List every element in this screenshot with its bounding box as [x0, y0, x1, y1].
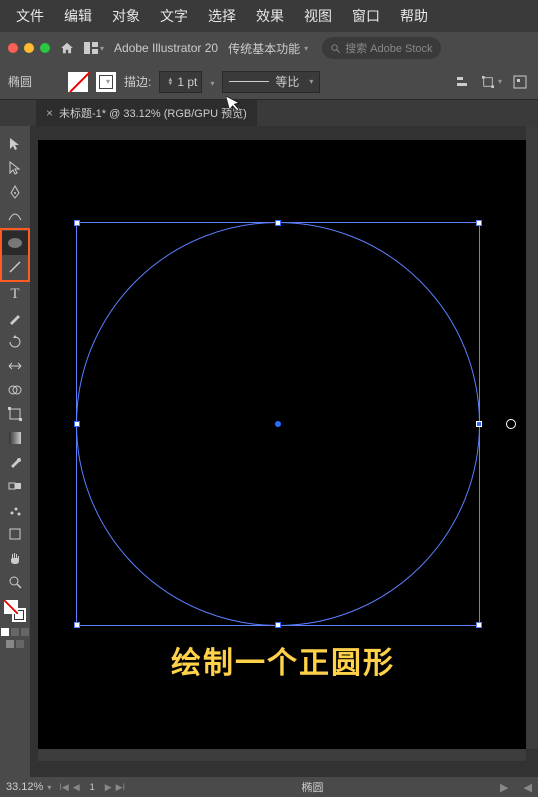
stroke-width-dropdown[interactable] [206, 75, 214, 89]
control-bar: 椭圆 描边: ▲▼ 1 pt 等比 [0, 64, 538, 100]
color-mode-row[interactable] [1, 628, 29, 636]
video-caption: 绘制一个正圆形 [38, 638, 528, 682]
status-play-icon[interactable]: ▶ [500, 781, 508, 794]
current-tool-label: 椭圆 [302, 779, 324, 795]
eyedropper-tool[interactable] [2, 450, 28, 474]
pen-tool[interactable] [2, 180, 28, 204]
stroke-label: 描边: [124, 73, 151, 90]
screen-mode-row[interactable] [6, 640, 24, 648]
curvature-tool[interactable] [2, 204, 28, 228]
symbol-sprayer-tool[interactable] [2, 498, 28, 522]
stroke-width-stepper[interactable]: ▲▼ [167, 78, 173, 86]
status-prev-icon[interactable]: ◀ [524, 781, 532, 794]
document-tab[interactable]: × 未标题-1* @ 33.12% (RGB/GPU 预览) [36, 100, 257, 126]
fill-stroke-swatches[interactable] [4, 600, 26, 622]
align-panel-button[interactable] [454, 72, 474, 92]
close-window-button[interactable] [8, 43, 18, 53]
menu-help[interactable]: 帮助 [400, 6, 428, 26]
hand-tool[interactable] [2, 546, 28, 570]
app-name: Adobe Illustrator 20 [114, 41, 218, 55]
workspace-area: T [0, 126, 538, 777]
home-icon[interactable] [60, 41, 74, 55]
paintbrush-tool[interactable] [2, 306, 28, 330]
fill-swatch-toolbar[interactable] [4, 600, 18, 614]
document-tabbar: × 未标题-1* @ 33.12% (RGB/GPU 预览) [0, 100, 538, 126]
toolbar: T [0, 126, 30, 777]
menu-view[interactable]: 视图 [304, 6, 332, 26]
stroke-swatch[interactable] [96, 72, 116, 92]
canvas[interactable]: 绘制一个正圆形 [38, 140, 528, 749]
transform-panel-button[interactable] [482, 72, 502, 92]
artboard-nav[interactable]: I◀ ◀ 1 ▶ ▶I [59, 782, 125, 793]
direct-selection-tool[interactable] [2, 156, 28, 180]
fill-swatch[interactable] [68, 72, 88, 92]
search-adobe-stock[interactable]: 搜索 Adobe Stock [322, 37, 440, 59]
shape-tool-highlight-group [0, 228, 30, 282]
selection-type-label: 椭圆 [8, 73, 32, 90]
line-tool[interactable] [2, 255, 28, 279]
vertical-scrollbar[interactable] [526, 126, 538, 749]
window-controls [8, 43, 50, 53]
gradient-tool[interactable] [2, 426, 28, 450]
search-icon [330, 43, 341, 54]
canvas-wrap: 绘制一个正圆形 [30, 126, 538, 777]
first-artboard-icon[interactable]: I◀ [59, 782, 68, 793]
close-tab-icon[interactable]: × [46, 106, 53, 120]
prev-artboard-icon[interactable]: ◀ [73, 782, 80, 793]
search-placeholder: 搜索 Adobe Stock [345, 40, 432, 56]
menu-file[interactable]: 文件 [16, 6, 44, 26]
zoom-tool[interactable] [2, 570, 28, 594]
menu-select[interactable]: 选择 [208, 6, 236, 26]
last-artboard-icon[interactable]: ▶I [116, 782, 125, 793]
workspace-switcher[interactable]: 传统基本功能 [228, 40, 308, 57]
artboard-tool[interactable] [2, 522, 28, 546]
status-bar: 33.12% I◀ ◀ 1 ▶ ▶I 椭圆 ▶ ◀ [0, 777, 538, 797]
stroke-width-input[interactable]: ▲▼ 1 pt [159, 71, 202, 93]
menubar: 文件 编辑 对象 文字 选择 效果 视图 窗口 帮助 [0, 0, 538, 32]
shape-builder-tool[interactable] [2, 378, 28, 402]
rotate-tool[interactable] [2, 330, 28, 354]
menu-effect[interactable]: 效果 [256, 6, 284, 26]
isolate-button[interactable] [510, 72, 530, 92]
document-tab-label: 未标题-1* @ 33.12% (RGB/GPU 预览) [59, 105, 247, 121]
arrange-documents-button[interactable] [84, 42, 104, 54]
horizontal-scrollbar[interactable] [38, 749, 526, 761]
maximize-window-button[interactable] [40, 43, 50, 53]
stroke-width-value: 1 pt [177, 75, 197, 89]
minimize-window-button[interactable] [24, 43, 34, 53]
menu-type[interactable]: 文字 [160, 6, 188, 26]
width-tool[interactable] [2, 354, 28, 378]
free-transform-tool[interactable] [2, 402, 28, 426]
stroke-profile-label: 等比 [275, 73, 299, 90]
ellipse-shape[interactable] [76, 222, 480, 626]
stroke-profile-preview [229, 81, 269, 82]
menu-window[interactable]: 窗口 [352, 6, 380, 26]
pie-widget-icon[interactable] [506, 419, 516, 429]
artboard-number[interactable]: 1 [84, 782, 101, 793]
stroke-profile-dropdown[interactable]: 等比 [222, 71, 320, 93]
selection-tool[interactable] [2, 132, 28, 156]
status-right-nav: ▶ ◀ [500, 781, 532, 794]
ellipse-tool[interactable] [2, 231, 28, 255]
zoom-level[interactable]: 33.12% [6, 781, 51, 793]
titlebar: Adobe Illustrator 20 传统基本功能 搜索 Adobe Sto… [0, 32, 538, 64]
next-artboard-icon[interactable]: ▶ [105, 782, 112, 793]
menu-object[interactable]: 对象 [112, 6, 140, 26]
menu-edit[interactable]: 编辑 [64, 6, 92, 26]
blend-tool[interactable] [2, 474, 28, 498]
type-tool[interactable]: T [2, 282, 28, 306]
